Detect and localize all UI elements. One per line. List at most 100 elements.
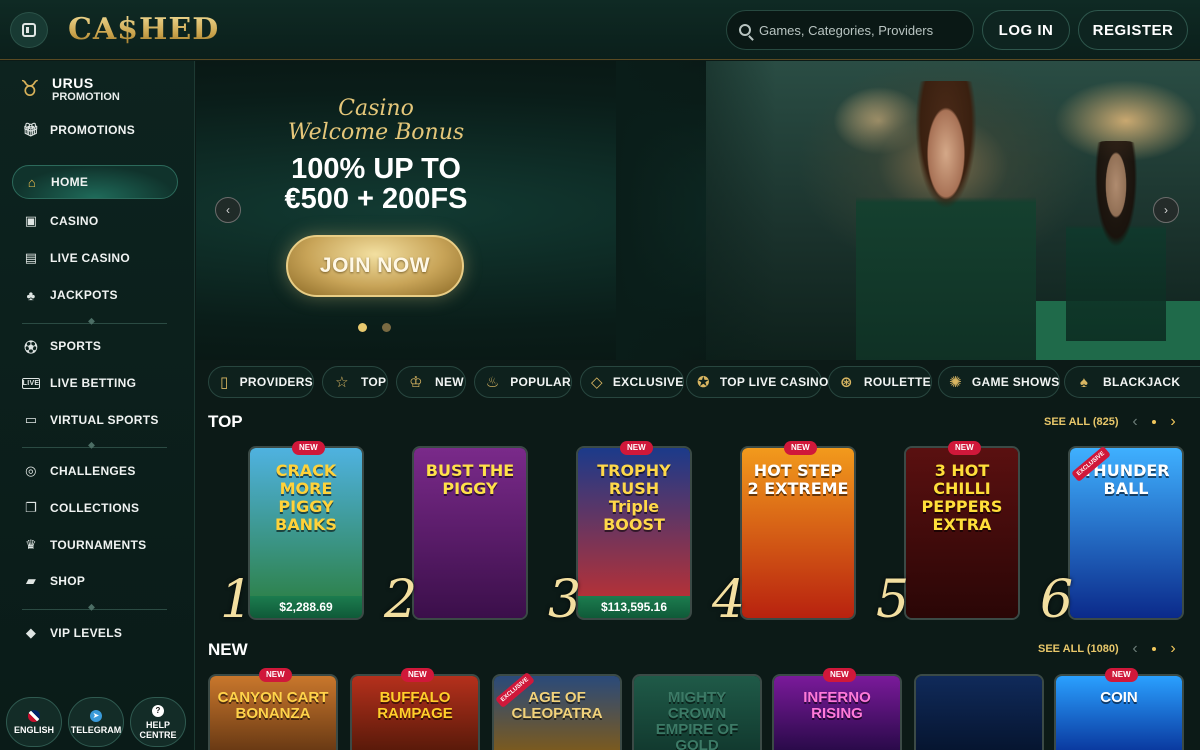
flame-icon: ♨ (485, 374, 500, 391)
category-new[interactable]: ♔ NEW (396, 366, 466, 398)
sidebar-item-casino[interactable]: ▣ CASINO (12, 204, 178, 238)
game-title: HOT STEP 2 EXTREME (747, 461, 849, 498)
live-cards-icon: ▤ (24, 250, 38, 265)
game-title: BUST THE PIGGY (425, 461, 515, 498)
help-centre-button[interactable]: ? HELP CENTRE (130, 697, 186, 747)
category-label: TOP LIVE CASINO (719, 375, 829, 389)
trophy-icon: ♛ (25, 537, 37, 552)
sidebar-item-jackpots[interactable]: ♣ JACKPOTS (12, 278, 178, 312)
game-card[interactable]: CRACK MORE PIGGY BANKS $2,288.69 (248, 446, 364, 620)
search-input[interactable] (759, 22, 959, 38)
sidebar-item-label: JACKPOTS (50, 288, 118, 302)
game-thumbnail (1056, 676, 1182, 750)
live-badge-icon: LIVE (22, 377, 40, 389)
sidebar-item-label: VIP LEVELS (50, 626, 123, 640)
game-card[interactable]: TROPHY RUSH Triple BOOST $113,595.16 (576, 446, 692, 620)
sidebar-item-challenges[interactable]: ◎ CHALLENGES (12, 454, 178, 488)
sidebar-item-live-betting[interactable]: LIVE LIVE BETTING (12, 366, 178, 400)
category-exclusive[interactable]: ◇ EXCLUSIVE (580, 366, 684, 398)
chevron-left-icon[interactable]: ‹ (1124, 638, 1146, 660)
home-icon: ⌂ (27, 174, 37, 190)
sidebar-item-tournaments[interactable]: ♛ TOURNAMENTS (12, 528, 178, 562)
sidebar-item-live-casino[interactable]: ▤ LIVE CASINO (12, 241, 178, 275)
game-title: 3 HOT CHILLI PEPPERS EXTRA (921, 461, 1003, 534)
telegram-label: TELEGRAM (70, 724, 122, 735)
sidebar-item-collections[interactable]: ❐ COLLECTIONS (12, 491, 178, 525)
hero-man-figure (856, 81, 1036, 360)
category-providers[interactable]: ▯ PROVIDERS (208, 366, 314, 398)
diamond-icon: ◆ (25, 625, 37, 640)
login-button[interactable]: LOG IN (982, 10, 1070, 50)
telegram-button[interactable]: ➤ TELEGRAM (68, 697, 124, 747)
roulette-icon: ⊛ (840, 374, 853, 391)
sidebar-toggle-icon[interactable] (10, 12, 48, 48)
category-blackjack[interactable]: ♠ BLACKJACK (1064, 366, 1200, 398)
see-all-top-link[interactable]: SEE ALL (825) (1044, 416, 1119, 428)
soccer-ball-icon: ⚽︎ (24, 339, 38, 355)
shopping-bag-icon: ▰ (25, 573, 37, 588)
new-badge: NEW (401, 668, 434, 682)
section-title-top: TOP (208, 412, 243, 431)
game-card[interactable]: MIGHTY CROWN EMPIRE OF GOLD (632, 674, 762, 750)
hero-banner: Casino Welcome Bonus 100% UP TO €500 + 2… (196, 61, 1200, 360)
game-title: BUFFALO RAMPAGE (377, 689, 453, 722)
sidebar-item-shop[interactable]: ▰ SHOP (12, 564, 178, 598)
language-button[interactable]: ENGLISH (6, 697, 62, 747)
game-card[interactable]: COIN (1054, 674, 1184, 750)
urus-promotion-link[interactable]: ♉ URUS PROMOTION (20, 75, 120, 103)
category-top[interactable]: ☆ TOP (322, 366, 388, 398)
game-card[interactable]: BUFFALO RAMPAGE (350, 674, 480, 750)
category-roulette[interactable]: ⊛ ROULETTE (828, 366, 932, 398)
new-badge: NEW (784, 441, 817, 455)
chevron-right-icon[interactable]: › (1162, 638, 1184, 660)
sidebar-item-promotions[interactable]: 🎁︎ PROMOTIONS (12, 113, 178, 147)
bull-logo-icon: ♉ (20, 76, 40, 101)
sidebar-item-label: PROMOTIONS (50, 123, 136, 137)
gift-icon: 🎁︎ (22, 122, 40, 137)
rank-number: 2 (384, 570, 418, 630)
sidebar-item-virtual-sports[interactable]: ▭ VIRTUAL SPORTS (12, 403, 178, 437)
search-icon (739, 24, 751, 36)
hero-bonus-line-2: €500 + 200FS (284, 183, 468, 215)
register-button[interactable]: REGISTER (1078, 10, 1188, 50)
category-label: GAME SHOWS (971, 375, 1060, 389)
new-badge: NEW (1105, 668, 1138, 682)
join-now-button[interactable]: JOIN NOW (286, 235, 464, 297)
game-card[interactable]: CANYON CART BONANZA (208, 674, 338, 750)
hero-illustration (706, 61, 1200, 360)
game-card[interactable] (914, 674, 1044, 750)
category-game-shows[interactable]: ✺ GAME SHOWS (938, 366, 1060, 398)
diamond-icon: ◇ (591, 374, 603, 391)
sidebar-item-home[interactable]: ⌂ HOME (12, 165, 178, 199)
game-card[interactable]: BUST THE PIGGY (412, 446, 528, 620)
sidebar-item-vip-levels[interactable]: ◆ VIP LEVELS (12, 616, 178, 650)
slide-dot-active[interactable] (358, 323, 367, 332)
sidebar-item-sports[interactable]: ⚽︎ SPORTS (12, 329, 178, 363)
slide-dot[interactable] (382, 323, 391, 332)
chevron-left-icon[interactable]: ‹ (215, 197, 241, 223)
category-popular[interactable]: ♨ POPULAR (474, 366, 572, 398)
sidebar-divider (22, 440, 167, 451)
sidebar-item-label: HOME (51, 175, 89, 189)
chevron-right-icon[interactable]: › (1162, 411, 1184, 433)
sidebar-item-label: COLLECTIONS (50, 501, 140, 515)
hero-script-title: Casino Welcome Bonus (287, 96, 465, 145)
promo-brand-subtitle: PROMOTION (52, 91, 120, 103)
search-bar[interactable] (726, 10, 974, 50)
category-label: NEW (435, 375, 464, 389)
see-all-new-link[interactable]: SEE ALL (1080) (1038, 643, 1119, 655)
top-carousel-nav: ‹ › (1124, 411, 1184, 433)
game-card[interactable]: INFERNO RISING (772, 674, 902, 750)
chevron-right-icon[interactable]: › (1153, 197, 1179, 223)
chevron-left-icon[interactable]: ‹ (1124, 411, 1146, 433)
category-top-live-casino[interactable]: ✪ TOP LIVE CASINO (686, 366, 828, 398)
book-icon: ▯ (220, 374, 229, 391)
category-label: PROVIDERS (239, 375, 313, 389)
target-icon: ◎ (25, 463, 37, 478)
category-label: TOP (361, 375, 387, 389)
site-logo[interactable]: CA$HED (68, 10, 219, 50)
game-card[interactable]: HOT STEP 2 EXTREME (740, 446, 856, 620)
category-label: ROULETTE (863, 375, 931, 389)
game-card[interactable]: 3 HOT CHILLI PEPPERS EXTRA (904, 446, 1020, 620)
sidebar-item-label: CHALLENGES (50, 464, 136, 478)
